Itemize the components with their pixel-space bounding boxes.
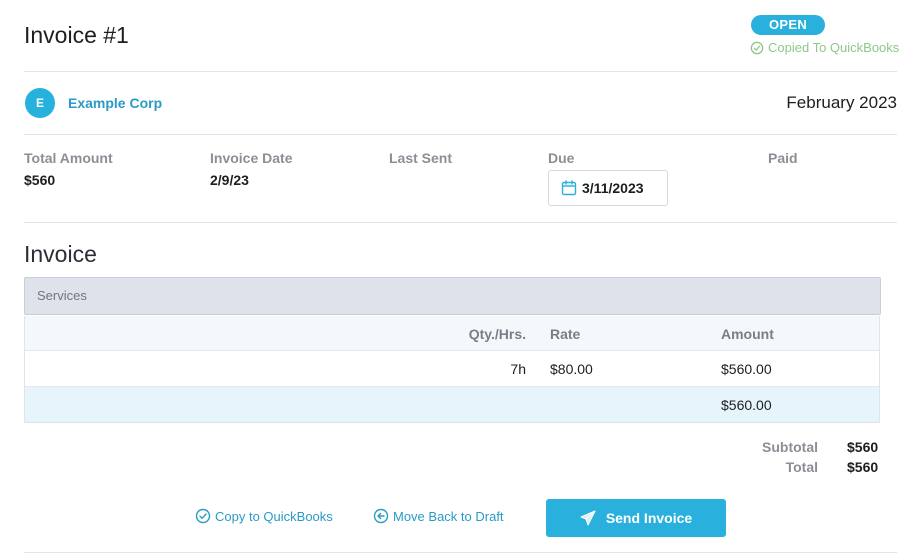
- table-total-row: $560.00: [25, 387, 879, 422]
- invoice-period: February 2023: [786, 93, 897, 112]
- total-amount-label: Total Amount: [24, 150, 113, 166]
- cell-rate: $80.00: [550, 361, 593, 377]
- column-qty: Qty./Hrs.: [468, 326, 526, 342]
- avatar: E: [25, 88, 55, 118]
- status-badge: OPEN: [751, 15, 825, 35]
- due-date-value: 3/11/2023: [582, 180, 644, 196]
- total-amount-value: $560: [24, 172, 56, 188]
- invoice-date-value: 2/9/23: [210, 172, 249, 188]
- quickbooks-status-text: Copied To QuickBooks: [768, 40, 900, 55]
- table-header: Qty./Hrs. Rate Amount: [25, 316, 879, 351]
- total-label: Total: [785, 459, 818, 475]
- copy-to-quickbooks-label: Copy to QuickBooks: [215, 508, 333, 524]
- calendar-icon: [561, 180, 577, 196]
- arrow-left-circle-icon: [373, 508, 389, 524]
- line-items-table: Qty./Hrs. Rate Amount 7h $80.00 $560.00 …: [24, 316, 880, 423]
- quickbooks-status: Copied To QuickBooks: [750, 40, 899, 55]
- paper-plane-icon: [580, 510, 596, 526]
- check-circle-icon: [750, 41, 764, 54]
- cell-amount: $560.00: [721, 361, 772, 377]
- column-rate: Rate: [550, 326, 581, 342]
- divider: [24, 71, 897, 72]
- check-circle-icon: [195, 508, 211, 524]
- due-label: Due: [548, 150, 575, 166]
- table-row: 7h $80.00 $560.00: [25, 351, 879, 387]
- subtotal-label: Subtotal: [762, 439, 818, 455]
- last-sent-label: Last Sent: [389, 150, 453, 166]
- client-link[interactable]: Example Corp: [68, 95, 162, 111]
- send-invoice-label: Send Invoice: [605, 510, 693, 526]
- copy-to-quickbooks-button[interactable]: Copy to QuickBooks: [195, 508, 333, 524]
- section-title: Invoice: [24, 241, 97, 267]
- send-invoice-button[interactable]: Send Invoice: [546, 499, 726, 537]
- move-back-to-draft-button[interactable]: Move Back to Draft: [373, 508, 504, 524]
- divider: [24, 222, 897, 223]
- due-date-picker[interactable]: 3/11/2023: [548, 170, 668, 206]
- cell-total-amount: $560.00: [721, 397, 772, 413]
- subtotal-value: $560: [847, 439, 879, 455]
- column-amount: Amount: [721, 326, 774, 342]
- cell-qty: 7h: [510, 361, 526, 377]
- invoice-date-label: Invoice Date: [210, 150, 293, 166]
- move-back-to-draft-label: Move Back to Draft: [393, 508, 504, 524]
- divider: [24, 552, 897, 553]
- services-header: Services: [24, 277, 881, 315]
- divider: [24, 134, 897, 135]
- page-title: Invoice #1: [24, 22, 129, 48]
- total-value: $560: [847, 459, 879, 475]
- paid-label: Paid: [768, 150, 798, 166]
